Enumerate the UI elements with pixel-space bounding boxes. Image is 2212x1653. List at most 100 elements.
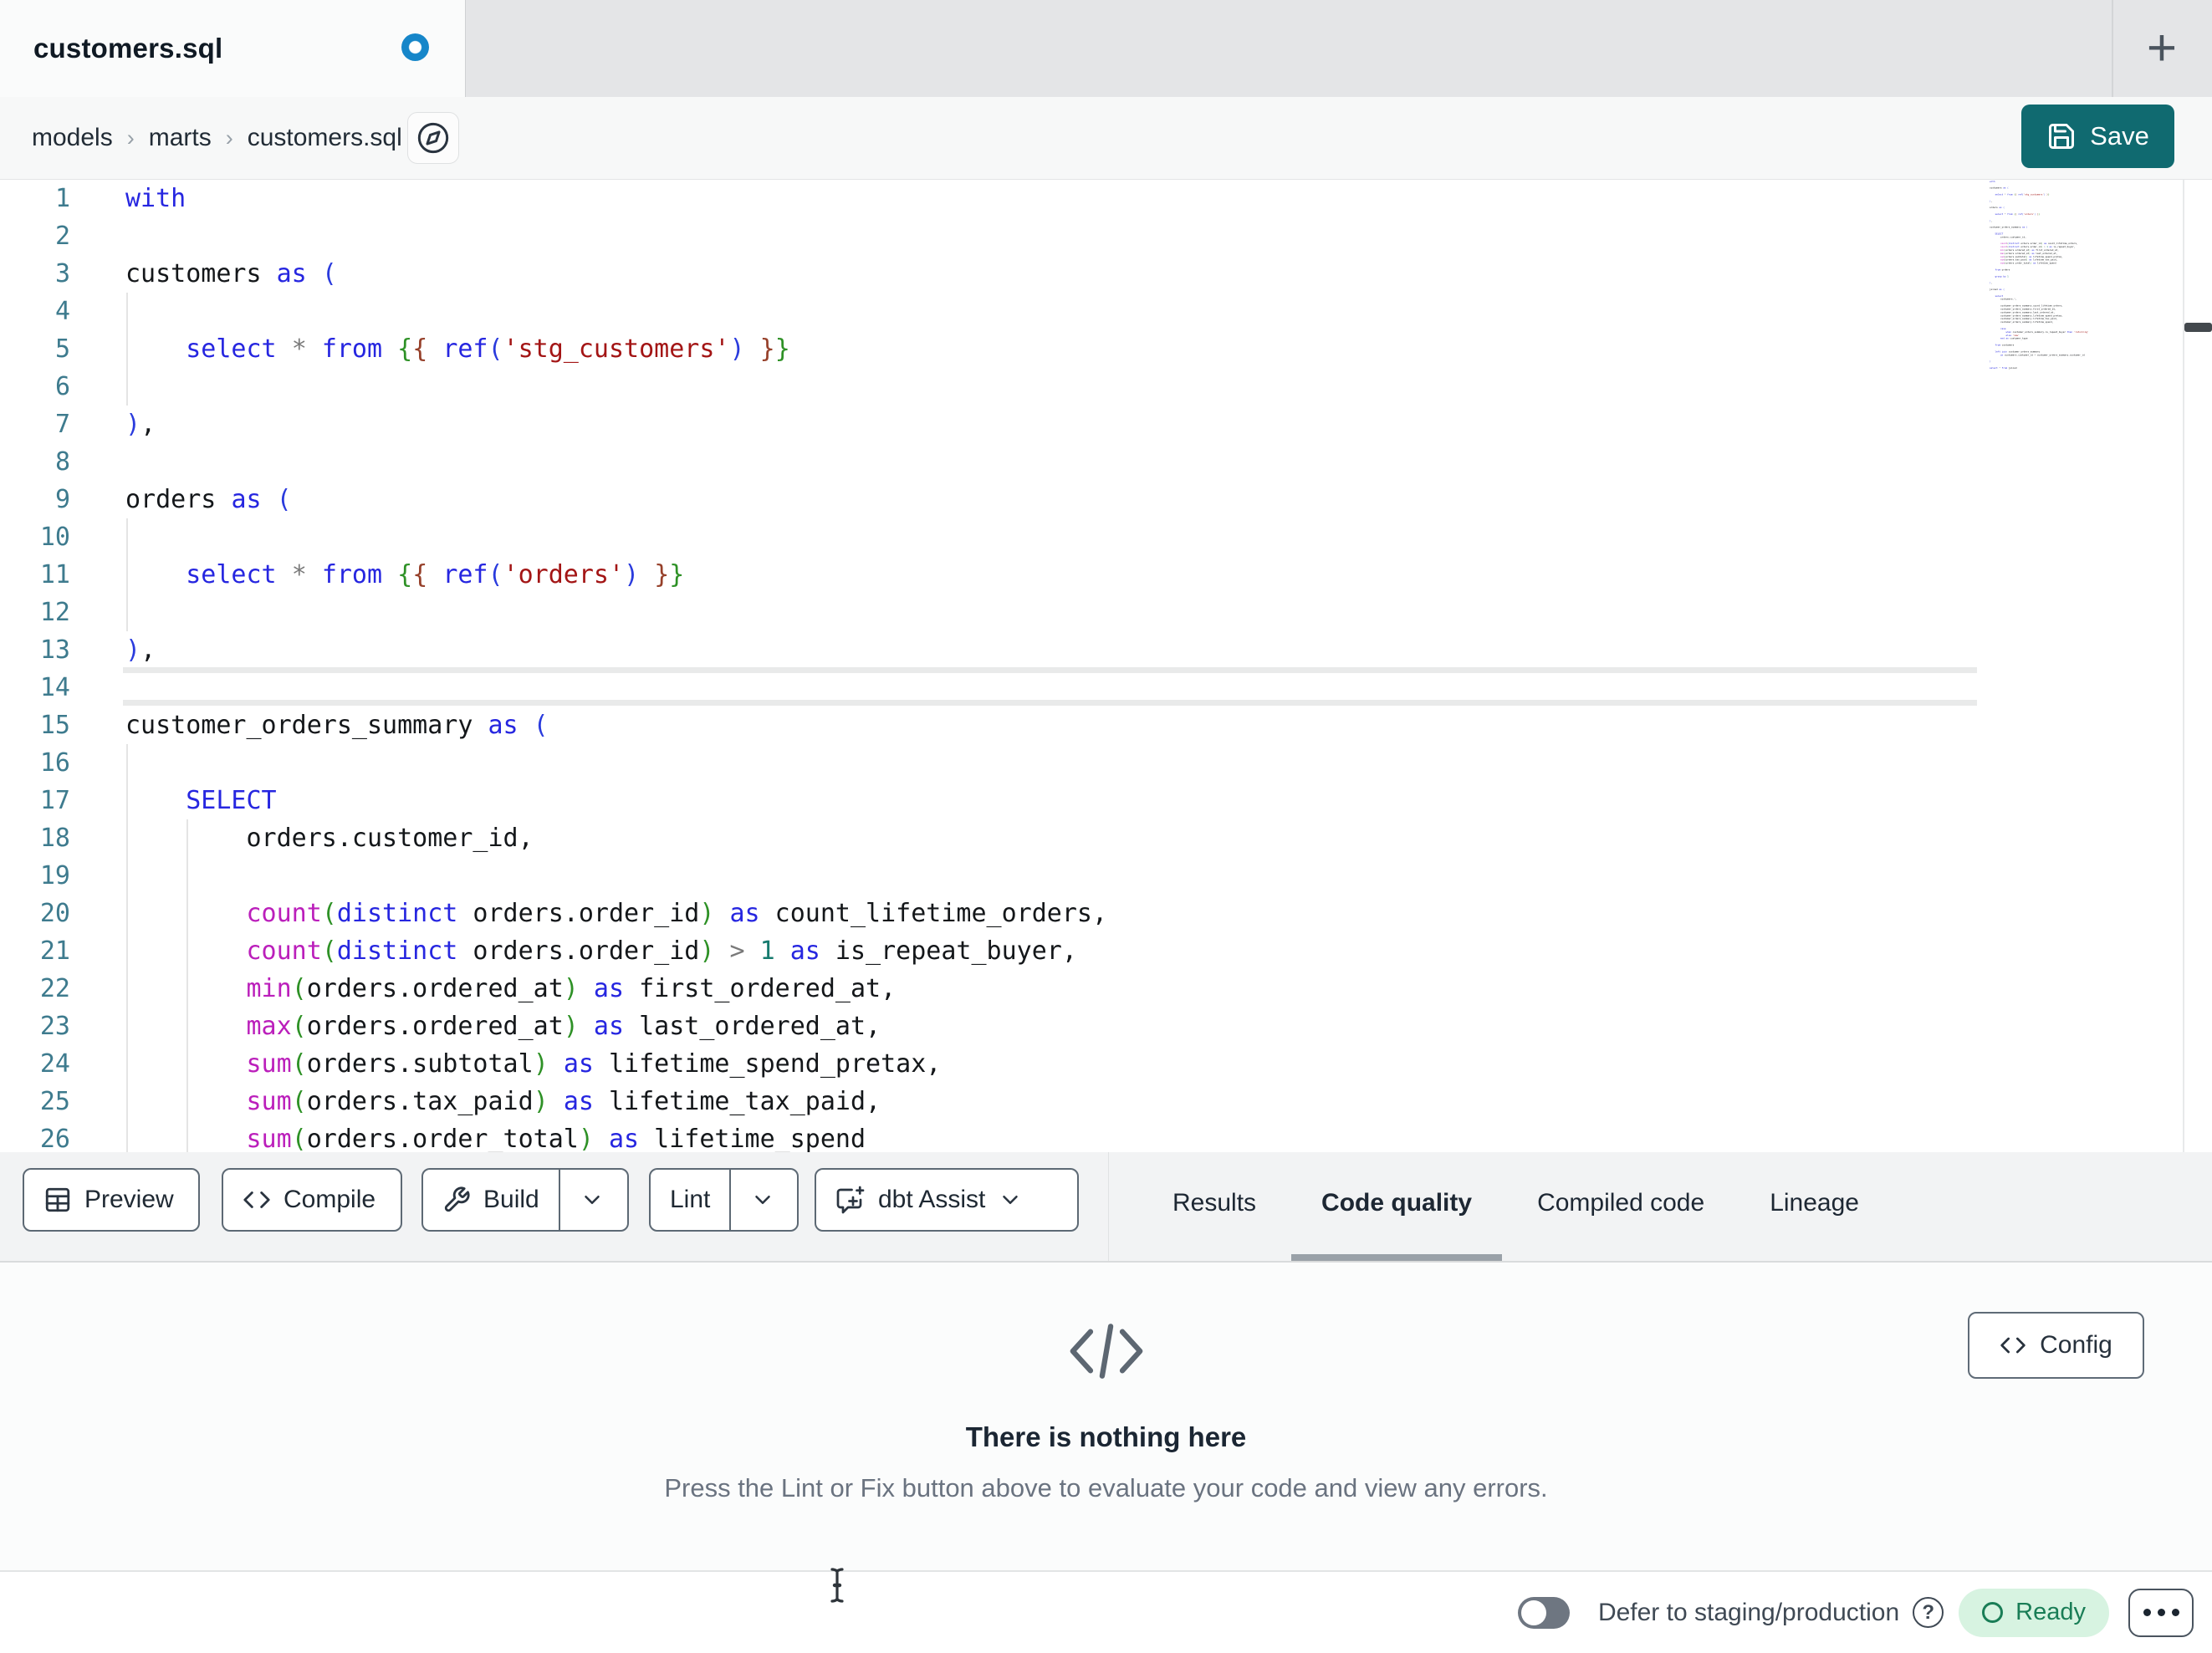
line-number: 24	[39, 1049, 70, 1079]
editor-scrollbar-thumb[interactable]	[2184, 323, 2212, 332]
help-icon[interactable]: ?	[1913, 1597, 1944, 1628]
line-number: 2	[54, 222, 70, 251]
assist-chat-sparkle-icon	[836, 1186, 865, 1214]
code-line[interactable]: select * from {{ ref('stg_customers') }}	[125, 330, 1107, 368]
code-line[interactable]: sum(orders.subtotal) as lifetime_spend_p…	[125, 1045, 1107, 1083]
tab-customers-sql[interactable]: customers.sql	[0, 0, 466, 97]
code-line[interactable]: max(orders.ordered_at) as last_ordered_a…	[125, 1008, 1107, 1045]
code-line[interactable]: count(distinct orders.order_id) > 1 as i…	[125, 932, 1107, 970]
preview-label: Preview	[84, 1186, 174, 1213]
code-line[interactable]: customer_orders_summary as (	[125, 707, 1107, 744]
table-icon	[45, 1187, 70, 1212]
line-number: 13	[39, 635, 70, 665]
status-bar: Defer to staging/production ? Ready	[0, 1570, 2212, 1653]
toggle-knob	[1520, 1599, 1546, 1625]
line-number: 17	[39, 786, 70, 815]
code-line[interactable]	[125, 669, 1107, 707]
ellipsis-icon	[2157, 1609, 2165, 1616]
lint-button[interactable]: Lint	[651, 1170, 729, 1230]
new-tab-button[interactable]: +	[2116, 0, 2208, 97]
config-button[interactable]: Config	[1968, 1312, 2144, 1379]
reveal-in-explorer-button[interactable]	[407, 112, 459, 164]
indent-guide	[126, 293, 128, 406]
line-number: 4	[54, 297, 70, 326]
code-line[interactable]	[125, 744, 1107, 782]
status-circle-icon	[1982, 1602, 2004, 1623]
ready-label: Ready	[2015, 1599, 2086, 1625]
code-line[interactable]	[125, 293, 1107, 330]
build-split-button: Build	[421, 1168, 629, 1232]
line-number: 11	[39, 560, 70, 589]
line-number: 21	[39, 936, 70, 966]
breadcrumb-customers-sql[interactable]: customers.sql	[248, 124, 402, 152]
line-number: 10	[39, 523, 70, 552]
ellipsis-icon	[2171, 1609, 2179, 1616]
code-line[interactable]: count(distinct orders.order_id) as count…	[125, 895, 1108, 932]
editor-code[interactable]: with customers as ( select * from {{ ref(…	[125, 180, 1107, 1152]
breadcrumb-separator: ›	[126, 125, 135, 151]
line-number: 20	[39, 899, 70, 928]
tab-compiled-code[interactable]: Compiled code	[1507, 1152, 1734, 1261]
editor-tab-bar: customers.sql +	[0, 0, 2212, 97]
build-button[interactable]: Build	[423, 1170, 559, 1230]
code-line[interactable]: sum(orders.tax_paid) as lifetime_tax_pai…	[125, 1083, 1107, 1120]
lint-label: Lint	[670, 1186, 711, 1213]
code-line[interactable]: SELECT	[125, 782, 1107, 819]
compile-button[interactable]: Compile	[222, 1168, 402, 1232]
editor-minimap[interactable]: with customers as ( select * from {{ ref(…	[1990, 180, 2183, 1152]
code-line[interactable]: ),	[125, 406, 1107, 443]
code-line[interactable]: ),	[125, 631, 1107, 669]
code-line[interactable]	[125, 857, 1107, 895]
build-dropdown-button[interactable]	[560, 1170, 624, 1230]
code-line[interactable]	[125, 594, 1107, 631]
action-toolbar: Preview Compile Build Lint dbt Assist Re…	[0, 1152, 2212, 1263]
compass-icon	[417, 122, 449, 154]
line-number: 16	[39, 748, 70, 778]
code-line[interactable]	[125, 368, 1107, 406]
indent-guide	[186, 819, 188, 1152]
line-number: 25	[39, 1087, 70, 1116]
line-number: 14	[39, 673, 70, 702]
ide-status-badge[interactable]: Ready	[1959, 1588, 2109, 1637]
save-button[interactable]: Save	[2021, 105, 2174, 168]
breadcrumb-bar: models › marts › customers.sql Save	[0, 97, 2212, 180]
ibeam-mouse-cursor	[826, 1567, 848, 1608]
tab-lineage[interactable]: Lineage	[1739, 1152, 1889, 1261]
code-line[interactable]: min(orders.ordered_at) as first_ordered_…	[125, 970, 1107, 1008]
empty-state-title: There is nothing here	[965, 1421, 1247, 1452]
code-line[interactable]: select * from {{ ref('orders') }}	[125, 556, 1107, 594]
preview-button[interactable]: Preview	[23, 1168, 200, 1232]
code-line[interactable]	[125, 443, 1107, 481]
breadcrumb-marts[interactable]: marts	[149, 124, 212, 152]
line-number: 1	[54, 184, 70, 213]
line-number: 8	[54, 447, 70, 477]
indent-guide	[126, 518, 128, 631]
code-line[interactable]: orders.customer_id,	[125, 819, 1107, 857]
editor-gutter[interactable]: 1 2 3 4 5 6 7 8 9 10 11 12 13 14 15 16 17 18 19 20 21 22 23 24 2…	[0, 180, 70, 1152]
tab-code-quality[interactable]: Code quality	[1291, 1152, 1503, 1261]
code-line[interactable]	[125, 518, 1107, 556]
code-line[interactable]: with	[125, 180, 1107, 217]
chevron-down-icon	[1003, 1196, 1019, 1204]
more-options-button[interactable]	[2128, 1588, 2194, 1637]
breadcrumb: models › marts › customers.sql	[32, 97, 402, 179]
code-line[interactable]: orders as (	[125, 481, 1107, 518]
tab-results[interactable]: Results	[1142, 1152, 1286, 1261]
defer-toggle[interactable]	[1517, 1596, 1570, 1629]
code-line[interactable]: sum(orders.order_total) as lifetime_spen…	[125, 1120, 1107, 1152]
tab-bar-divider	[2112, 0, 2113, 97]
minimap-content: with customers as ( select * from {{ ref(…	[1990, 180, 2183, 370]
empty-state-code-icon	[0, 1314, 2212, 1392]
dbt-assist-button[interactable]: dbt Assist	[815, 1168, 1079, 1232]
breadcrumb-models[interactable]: models	[32, 124, 113, 152]
line-number: 18	[39, 824, 70, 853]
line-number: 22	[39, 974, 70, 1003]
ellipsis-icon	[2143, 1609, 2151, 1616]
wrench-icon	[444, 1186, 470, 1212]
code-line[interactable]: customers as (	[125, 255, 1107, 293]
code-line[interactable]: select * from joined	[1990, 366, 2183, 370]
lint-dropdown-button[interactable]	[731, 1170, 794, 1230]
code-line[interactable]	[125, 217, 1107, 255]
code-editor[interactable]: 1 2 3 4 5 6 7 8 9 10 11 12 13 14 15 16 17 18 19 20 21 22 23 24 2…	[0, 180, 2212, 1152]
lint-split-button: Lint	[649, 1168, 799, 1232]
